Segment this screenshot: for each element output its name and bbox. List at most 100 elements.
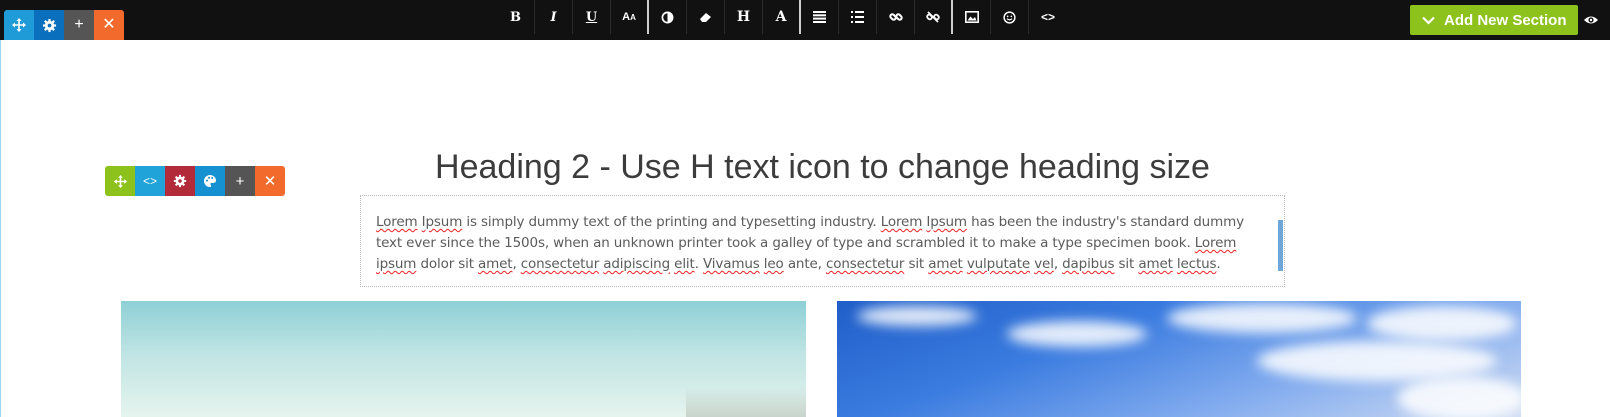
- paragraph-text[interactable]: Lorem Ipsum is simply dummy text of the …: [376, 212, 1266, 275]
- underline-icon: U: [585, 9, 598, 25]
- emoji-button[interactable]: [991, 0, 1029, 34]
- bold-button[interactable]: B: [497, 0, 535, 34]
- gear-icon: [42, 18, 56, 32]
- image-right[interactable]: [837, 301, 1521, 417]
- cloud: [1007, 321, 1147, 347]
- font-icon: A: [775, 9, 787, 25]
- section-tools: + ✕: [4, 10, 124, 40]
- paragraph-segment: sit: [904, 256, 929, 272]
- italic-button[interactable]: I: [535, 0, 573, 34]
- list-button[interactable]: [839, 0, 877, 34]
- plus-icon: +: [235, 172, 245, 190]
- row-style-button[interactable]: [195, 166, 225, 196]
- move-icon: [12, 18, 26, 32]
- misspelled-word: Lorem: [1194, 235, 1237, 251]
- row-code-button[interactable]: <>: [135, 166, 165, 196]
- misspelled-word: amet: [478, 256, 513, 272]
- section-add-button[interactable]: +: [64, 10, 94, 40]
- image-icon: [964, 11, 979, 23]
- font-size-button[interactable]: AA: [611, 0, 649, 34]
- row-settings-button[interactable]: [165, 166, 195, 196]
- add-new-section-button[interactable]: Add New Section: [1410, 5, 1578, 35]
- bold-icon: B: [510, 9, 521, 25]
- paragraph-segment: .: [1216, 256, 1221, 272]
- misspelled-word: Vivamus: [702, 256, 760, 272]
- misspelled-word: vel: [1034, 256, 1054, 272]
- code-icon: <>: [1040, 10, 1055, 24]
- link-button[interactable]: [877, 0, 915, 34]
- row-delete-button[interactable]: ✕: [255, 166, 285, 196]
- align-button[interactable]: [801, 0, 839, 34]
- heading-2[interactable]: Heading 2 - Use H text icon to change he…: [360, 148, 1285, 187]
- text-block[interactable]: Lorem Ipsum is simply dummy text of the …: [360, 195, 1285, 287]
- misspelled-word: lectus: [1176, 256, 1217, 272]
- chevron-down-icon: [1422, 16, 1435, 25]
- section-move-button[interactable]: [4, 10, 34, 40]
- heading-icon: H: [736, 9, 751, 25]
- row-move-button[interactable]: [105, 166, 135, 196]
- image-haze: [686, 387, 806, 417]
- misspelled-word: leo: [763, 256, 784, 272]
- text-scroll-indicator: [1278, 220, 1283, 271]
- list-icon: [851, 11, 864, 23]
- paragraph-segment: ante,: [783, 256, 826, 272]
- row-tools: <> + ✕: [105, 166, 285, 196]
- misspelled-word: dapibus: [1062, 256, 1115, 272]
- eraser-icon: [699, 13, 711, 22]
- misspelled-word: elit: [674, 256, 695, 272]
- misspelled-word: Ipsum: [421, 214, 463, 230]
- cloud: [1257, 341, 1497, 381]
- preview-button[interactable]: [1583, 12, 1599, 28]
- cloud: [857, 306, 977, 326]
- unlink-icon: [926, 11, 940, 23]
- paragraph-segment: .: [694, 256, 703, 272]
- close-icon: ✕: [102, 16, 116, 33]
- paragraph-segment: ,: [512, 256, 521, 272]
- misspelled-word: Lorem: [880, 214, 923, 230]
- misspelled-word: Lorem: [376, 214, 418, 230]
- code-icon: <>: [142, 174, 157, 188]
- top-bar: + ✕ B I U AA H A <> Add New Section: [0, 0, 1610, 40]
- eraser-button[interactable]: [687, 0, 725, 34]
- link-icon: [888, 13, 903, 21]
- misspelled-word: adipiscing: [603, 256, 671, 272]
- misspelled-word: consectetur: [520, 256, 600, 272]
- gear-icon: [173, 174, 187, 188]
- misspelled-word: amet: [1138, 256, 1173, 272]
- unlink-button[interactable]: [915, 0, 953, 34]
- plus-icon: +: [74, 16, 84, 33]
- heading-button[interactable]: H: [725, 0, 763, 34]
- contrast-icon: [661, 11, 674, 23]
- cloud: [1397, 376, 1521, 417]
- paragraph-segment: dolor sit: [416, 256, 479, 272]
- misspelled-word: vulputate: [966, 256, 1031, 272]
- underline-button[interactable]: U: [573, 0, 611, 34]
- image-left[interactable]: [121, 301, 806, 417]
- smiley-icon: [1003, 10, 1016, 24]
- misspelled-word: Ipsum: [926, 214, 967, 230]
- section-delete-button[interactable]: ✕: [94, 10, 124, 40]
- image-button[interactable]: [953, 0, 991, 34]
- font-button[interactable]: A: [763, 0, 801, 34]
- format-toolbar: B I U AA H A <>: [497, 0, 1067, 34]
- cloud: [1367, 306, 1517, 341]
- misspelled-word: amet: [928, 256, 963, 272]
- move-icon: [113, 174, 127, 188]
- close-icon: ✕: [263, 173, 277, 190]
- palette-icon: [204, 175, 216, 187]
- eye-icon: [1584, 16, 1598, 24]
- section-settings-button[interactable]: [34, 10, 64, 40]
- color-button[interactable]: [649, 0, 687, 34]
- cloud: [1167, 303, 1357, 333]
- paragraph-segment: is simply dummy text of the printing and…: [462, 214, 881, 230]
- misspelled-word: ipsum: [376, 256, 417, 272]
- paragraph-segment: sit: [1114, 256, 1139, 272]
- align-icon: [813, 11, 826, 23]
- misspelled-word: consectetur: [825, 256, 905, 272]
- code-button[interactable]: <>: [1029, 0, 1067, 34]
- font-size-icon: AA: [622, 11, 636, 23]
- paragraph-segment: ,: [1053, 256, 1063, 272]
- add-new-section-label: Add New Section: [1444, 11, 1567, 29]
- row-add-button[interactable]: +: [225, 166, 255, 196]
- italic-icon: I: [550, 9, 557, 25]
